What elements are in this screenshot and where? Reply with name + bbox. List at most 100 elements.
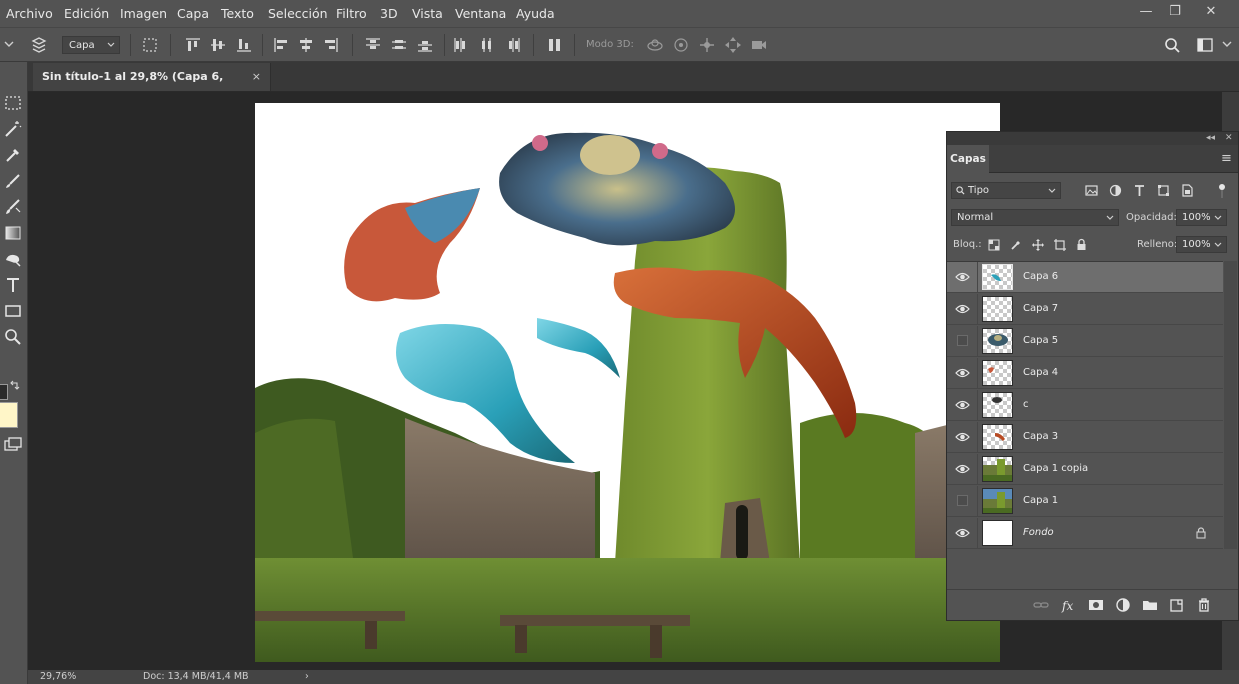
layer-row-capa-6[interactable]: Capa 6 [947,262,1223,293]
3d-roll-icon[interactable] [672,36,690,54]
align-left-icon[interactable] [272,36,290,54]
lock-transparent-icon[interactable] [988,239,1000,251]
layer-row-capa-3[interactable]: Capa 3 [947,422,1223,453]
quick-selection-tool[interactable] [2,118,24,140]
filter-pixel-icon[interactable] [1085,184,1098,197]
status-menu-arrow[interactable]: › [305,670,309,684]
lock-all-icon[interactable] [1076,238,1087,251]
menu-ventana[interactable]: Ventana [455,6,506,21]
eyedropper-tool[interactable] [2,144,24,166]
panel-collapse-icon[interactable]: ◂◂ [1206,132,1215,145]
menu-ayuda[interactable]: Ayuda [516,6,555,21]
shape-tool[interactable] [2,300,24,322]
filter-shape-icon[interactable] [1157,184,1170,197]
close-button[interactable]: ✕ [1196,2,1226,24]
distribute-right-icon[interactable] [504,36,522,54]
align-bottom-icon[interactable] [235,36,253,54]
move-tool-icon[interactable] [30,36,48,54]
foreground-color-swatch[interactable] [0,384,8,400]
distribute-hcenter-icon[interactable] [478,36,496,54]
gradient-tool[interactable] [2,222,24,244]
eye-icon[interactable] [955,399,970,411]
fx-icon[interactable]: fx [1061,597,1077,613]
workspace-icon[interactable] [1196,36,1214,54]
opacity-input[interactable]: 100% [1176,209,1227,226]
distribute-top-icon[interactable] [364,36,382,54]
layer-row-c[interactable]: c [947,390,1223,421]
menu-seleccion[interactable]: Selección [268,6,328,21]
zoom-level[interactable]: 29,76% [40,670,76,684]
align-vcenter-icon[interactable] [209,36,227,54]
smudge-tool[interactable] [2,248,24,270]
visibility-toggle-off[interactable] [957,495,968,506]
menu-texto[interactable]: Texto [221,6,254,21]
lock-image-pixels-icon[interactable] [1010,239,1022,251]
new-group-icon[interactable] [1142,597,1158,613]
eye-icon[interactable] [955,431,970,443]
adjustment-layer-icon[interactable] [1115,597,1131,613]
chevron-down-icon[interactable] [1221,38,1233,50]
minimize-button[interactable]: — [1131,2,1161,24]
transform-controls-icon[interactable] [141,36,159,54]
distribute-bottom-icon[interactable] [416,36,434,54]
delete-layer-icon[interactable] [1196,597,1212,613]
align-top-icon[interactable] [184,36,202,54]
distribute-left-icon[interactable] [452,36,470,54]
layer-row-capa-4[interactable]: Capa 4 [947,358,1223,389]
new-layer-icon[interactable] [1169,597,1185,613]
filter-smart-object-icon[interactable] [1181,184,1194,197]
document-tab[interactable]: Sin título-1 al 29,8% (Capa 6, RGB/8#) *… [33,63,271,111]
layer-list-scrollbar[interactable] [1224,261,1237,549]
link-layers-icon[interactable] [1033,597,1049,613]
eye-icon[interactable] [955,303,970,315]
panel-menu-icon[interactable]: ≡ [1221,151,1232,166]
menu-vista[interactable]: Vista [412,6,443,21]
eye-icon[interactable] [955,271,970,283]
layer-row-capa-1-copia[interactable]: Capa 1 copia [947,454,1223,485]
eye-icon[interactable] [955,527,970,539]
add-mask-icon[interactable] [1088,597,1104,613]
marquee-tool[interactable] [2,92,24,114]
history-brush-tool[interactable] [2,196,24,218]
filter-adjustment-icon[interactable] [1109,184,1122,197]
menu-imagen[interactable]: Imagen [120,6,167,21]
eye-icon[interactable] [955,367,970,379]
blend-mode-dropdown[interactable]: Normal [951,209,1119,226]
restore-button[interactable]: ❐ [1160,2,1190,24]
document-tab-close-icon[interactable]: × [252,63,261,91]
visibility-toggle-off[interactable] [957,335,968,346]
3d-camera-icon[interactable] [750,36,768,54]
filter-type-icon[interactable] [1133,184,1146,197]
align-hcenter-icon[interactable] [297,36,315,54]
align-right-icon[interactable] [322,36,340,54]
type-tool[interactable] [2,274,24,296]
auto-select-dropdown[interactable]: Capa [62,36,120,54]
filter-toggle-switch[interactable] [1218,184,1226,198]
menu-archivo[interactable]: Archivo [6,6,53,21]
panel-close-icon[interactable]: ✕ [1225,132,1233,145]
tab-capas[interactable]: Capas [947,145,989,173]
layer-row-capa-1[interactable]: Capa 1 [947,486,1223,517]
menu-3d[interactable]: 3D [380,6,398,21]
layer-row-capa-7[interactable]: Capa 7 [947,294,1223,325]
3d-slide-icon[interactable] [724,36,742,54]
fill-input[interactable]: 100% [1176,236,1227,253]
zoom-tool[interactable] [2,326,24,348]
menu-filtro[interactable]: Filtro [336,6,367,21]
distribute-vcenter-icon[interactable] [390,36,408,54]
search-icon[interactable] [1163,36,1181,54]
3d-orbit-icon[interactable] [646,36,664,54]
eye-icon[interactable] [955,463,970,475]
3d-pan-icon[interactable] [698,36,716,54]
auto-align-icon[interactable] [546,36,564,54]
document-canvas[interactable] [255,103,1000,662]
chevron-down-icon[interactable] [3,38,15,50]
layer-row-capa-5[interactable]: Capa 5 [947,326,1223,357]
screen-mode-tool[interactable] [2,434,24,456]
menu-capa[interactable]: Capa [177,6,209,21]
background-color-swatch[interactable] [0,402,18,428]
menu-edicion[interactable]: Edición [64,6,109,21]
swap-colors-icon[interactable] [8,380,20,392]
layer-row-fondo[interactable]: Fondo [947,518,1223,549]
lock-position-icon[interactable] [1032,239,1044,251]
